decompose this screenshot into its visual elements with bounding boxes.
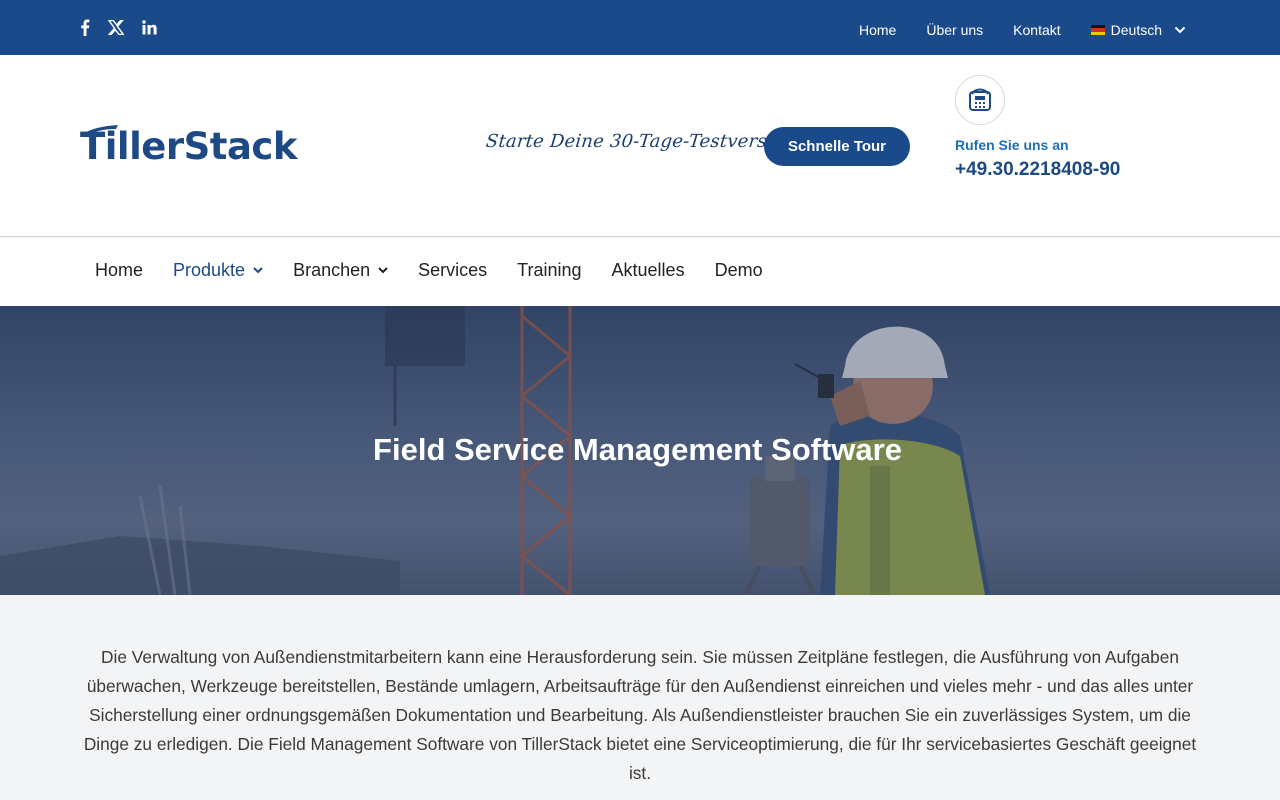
nav-item-services[interactable]: Services	[418, 260, 487, 281]
nav-label: Training	[517, 260, 582, 280]
nav-label: Branchen	[293, 260, 371, 280]
phone-number-link[interactable]: +49.30.2218408-90	[955, 159, 1120, 181]
site-header: TillerStack Starte Deine 30-Tage-Testver…	[0, 55, 1280, 237]
nav-item-home[interactable]: Home	[95, 260, 143, 281]
hero-banner: Field Service Management Software	[0, 306, 1280, 595]
quick-tour-button[interactable]: Schnelle Tour	[764, 127, 910, 166]
nav-label: Home	[95, 260, 144, 280]
social-links	[80, 19, 157, 36]
logo-swoosh-icon	[81, 125, 118, 137]
hero-title: Field Service Management Software	[373, 432, 902, 467]
chevron-down-icon	[378, 267, 388, 274]
nav-label: Aktuelles	[611, 260, 685, 280]
logo[interactable]: TillerStack	[80, 125, 297, 169]
facebook-icon[interactable]	[80, 19, 90, 36]
intro-paragraph: Die Verwaltung von Außendienstmitarbeite…	[83, 647, 1197, 783]
nav-item-aktuelles[interactable]: Aktuelles	[612, 260, 685, 281]
chevron-down-icon	[1174, 26, 1186, 34]
top-link-home[interactable]: Home	[859, 22, 896, 38]
language-selector[interactable]: Deutsch	[1090, 22, 1186, 38]
top-nav: Home Über uns Kontakt Deutsch	[859, 22, 1186, 38]
language-label: Deutsch	[1110, 22, 1162, 38]
nav-item-demo[interactable]: Demo	[715, 260, 763, 281]
trial-tagline[interactable]: Starte Deine 30-Tage-Testversion	[485, 131, 797, 152]
telephone-icon	[969, 88, 991, 111]
top-link-contact[interactable]: Kontakt	[1013, 22, 1060, 38]
main-nav: Home Produkte Branchen Services Training…	[0, 238, 1280, 306]
phone-icon-badge	[955, 75, 1005, 125]
top-link-about[interactable]: Über uns	[926, 22, 983, 38]
call-us-label: Rufen Sie uns an	[955, 137, 1069, 153]
chevron-down-icon	[253, 267, 263, 274]
x-icon[interactable]	[108, 20, 124, 35]
nav-label: Services	[418, 260, 488, 280]
nav-label: Demo	[714, 260, 763, 280]
nav-item-branchen[interactable]: Branchen	[293, 260, 388, 281]
nav-item-training[interactable]: Training	[517, 260, 581, 281]
nav-label: Produkte	[173, 260, 246, 280]
german-flag-icon	[1090, 25, 1105, 35]
linkedin-icon[interactable]	[142, 20, 157, 35]
top-bar: Home Über uns Kontakt Deutsch	[0, 0, 1280, 55]
nav-item-produkte[interactable]: Produkte	[173, 260, 263, 281]
